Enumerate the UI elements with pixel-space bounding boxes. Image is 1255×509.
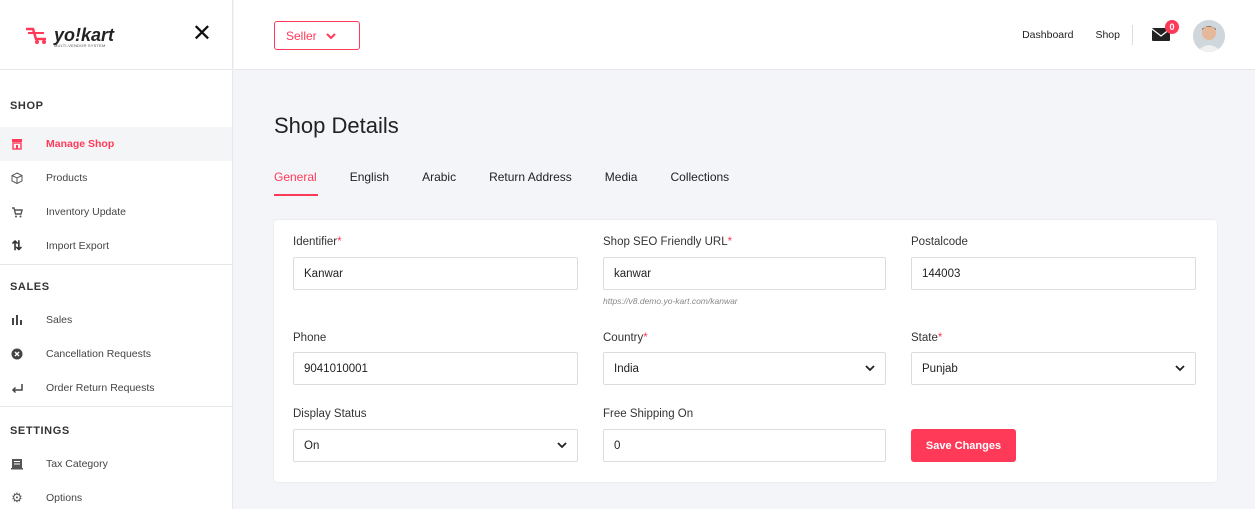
tab-english[interactable]: English [350, 170, 389, 198]
avatar[interactable] [1193, 20, 1225, 52]
country-select[interactable]: India [603, 352, 886, 385]
sidebar-item-label: Products [46, 172, 88, 184]
postalcode-value: 144003 [922, 267, 961, 280]
logo-tagline: MULTI-VENDOR SYSTEM [54, 43, 106, 48]
gear-icon: ⚙ [11, 490, 23, 505]
free-shipping-label: Free Shipping On [603, 408, 694, 420]
cart-icon [10, 205, 24, 219]
tab-media[interactable]: Media [605, 170, 638, 198]
brand-header: yo!kart MULTI-VENDOR SYSTEM ✕ [0, 0, 232, 70]
phone-field[interactable]: 9041010001 [293, 352, 578, 385]
sidebar-item-inventory-update[interactable]: Inventory Update [0, 195, 232, 229]
phone-label: Phone [293, 332, 327, 344]
chevron-down-icon [325, 29, 336, 43]
save-changes-button[interactable]: Save Changes [911, 429, 1016, 462]
seo-url-label: Shop SEO Friendly URL* [603, 236, 733, 248]
country-label: Country* [603, 332, 648, 344]
sidebar-item-products[interactable]: Products [0, 161, 232, 195]
display-status-select[interactable]: On [293, 429, 578, 462]
seo-url-value: kanwar [614, 267, 652, 280]
tab-arabic[interactable]: Arabic [422, 170, 456, 198]
notification-badge: 0 [1165, 20, 1179, 34]
postalcode-label: Postalcode [911, 236, 968, 248]
shop-details-form: Identifier* Kanwar Shop SEO Friendly URL… [274, 220, 1217, 482]
sidebar-item-label: Sales [46, 314, 73, 326]
sidebar-item-label: Manage Shop [46, 138, 115, 150]
page-title: Shop Details [274, 113, 399, 138]
sidebar-item-sales[interactable]: Sales [0, 303, 232, 337]
tab-general[interactable]: General [274, 170, 318, 198]
sidebar-item-label: Tax Category [46, 458, 108, 470]
free-shipping-value: 0 [614, 439, 621, 452]
tab-collections[interactable]: Collections [670, 170, 729, 198]
sidebar-item-cancellation-requests[interactable]: Cancellation Requests [0, 337, 232, 371]
shop-link[interactable]: Shop [1095, 29, 1120, 41]
chevron-down-icon [1175, 363, 1185, 375]
close-icon[interactable]: ✕ [192, 22, 212, 46]
chevron-down-icon [557, 440, 567, 452]
divider [1132, 25, 1133, 45]
state-value: Punjab [922, 362, 958, 375]
sidebar-item-label: Inventory Update [46, 206, 126, 218]
postalcode-field[interactable]: 144003 [911, 257, 1196, 290]
sidebar-item-order-return-requests[interactable]: Order Return Requests [0, 371, 232, 405]
state-select[interactable]: Punjab [911, 352, 1196, 385]
sidebar-item-label: Cancellation Requests [46, 348, 152, 360]
country-value: India [614, 362, 639, 375]
identifier-field[interactable]: Kanwar [293, 257, 578, 290]
seller-dropdown[interactable]: Seller [274, 21, 360, 50]
section-title-sales: SALES [10, 281, 50, 293]
top-bar: Seller Dashboard Shop 0 [234, 0, 1255, 70]
cart-logo-icon [26, 27, 46, 44]
display-status-label: Display Status [293, 408, 367, 420]
sidebar-item-label: Options [46, 492, 83, 504]
sidebar-item-options[interactable]: ⚙ Options [0, 481, 232, 509]
sidebar-item-label: Order Return Requests [46, 382, 155, 394]
identifier-label: Identifier* [293, 236, 342, 248]
section-title-shop: SHOP [10, 100, 44, 112]
seo-url-hint: https://v8.demo.yo-kart.com/kanwar [603, 296, 738, 306]
top-links: Dashboard Shop [1022, 0, 1133, 70]
free-shipping-field[interactable]: 0 [603, 429, 886, 462]
store-icon [10, 137, 24, 151]
chevron-down-icon [865, 363, 875, 375]
box-icon [10, 171, 24, 185]
user-avatar-icon [1193, 20, 1225, 52]
state-label: State* [911, 332, 943, 344]
display-status-value: On [304, 439, 320, 452]
seller-label: Seller [286, 28, 317, 43]
sidebar: yo!kart MULTI-VENDOR SYSTEM ✕ SHOP Manag… [0, 0, 233, 509]
phone-value: 9041010001 [304, 362, 368, 375]
sidebar-item-tax-category[interactable]: Tax Category [0, 447, 232, 481]
cancel-circle-icon [10, 347, 24, 361]
logo-text: yo!kart [54, 24, 115, 45]
mail-button[interactable]: 0 [1151, 20, 1179, 42]
return-icon [10, 381, 24, 395]
logo[interactable]: yo!kart [24, 25, 114, 45]
seo-url-field[interactable]: kanwar [603, 257, 886, 290]
tab-bar: General English Arabic Return Address Me… [274, 170, 762, 198]
arrows-updown-icon: ⇅ [11, 238, 23, 253]
required-mark: * [937, 332, 943, 344]
section-title-settings: SETTINGS [10, 425, 70, 437]
bar-chart-icon [10, 313, 24, 327]
identifier-value: Kanwar [304, 267, 343, 280]
sidebar-item-manage-shop[interactable]: Manage Shop [0, 127, 232, 161]
required-mark: * [337, 236, 342, 248]
required-mark: * [727, 236, 733, 248]
tab-return-address[interactable]: Return Address [489, 170, 572, 198]
required-mark: * [643, 332, 648, 344]
sidebar-item-label: Import Export [46, 240, 110, 252]
sidebar-item-import-export[interactable]: ⇅ Import Export [0, 229, 232, 263]
dashboard-link[interactable]: Dashboard [1022, 29, 1073, 41]
tax-icon [10, 457, 24, 471]
